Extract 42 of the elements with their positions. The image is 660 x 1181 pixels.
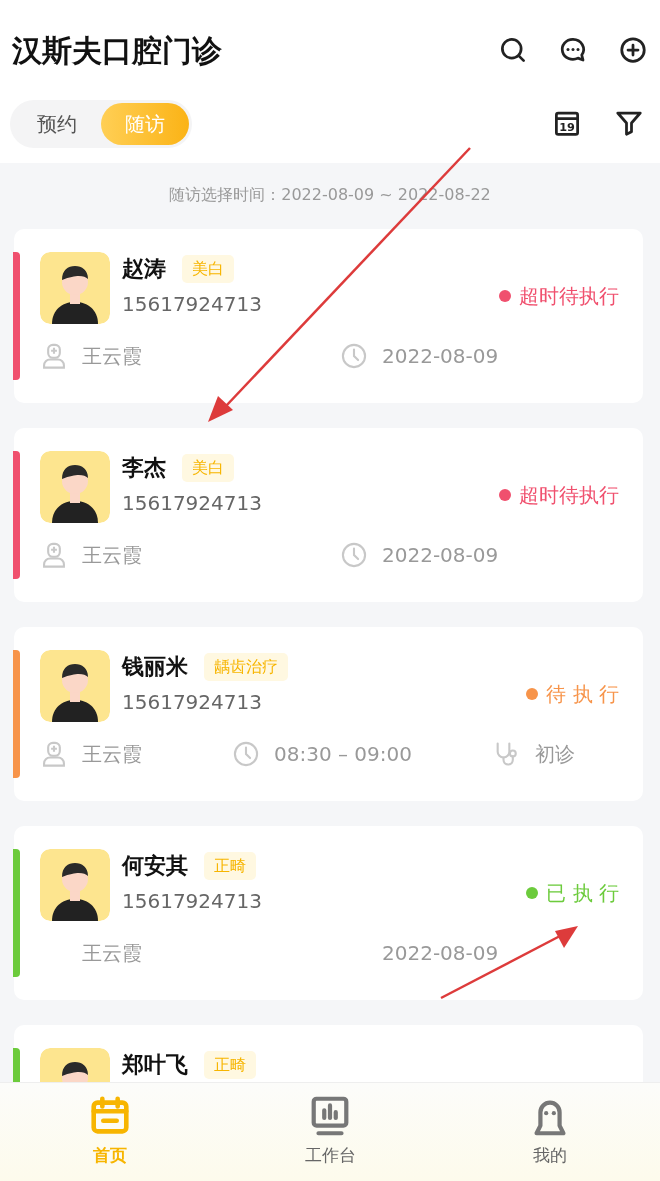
patient-name: 郑叶飞 xyxy=(122,1051,188,1079)
status-text: 待 执 行 xyxy=(546,681,619,708)
treatment-tag: 美白 xyxy=(182,453,234,482)
phone-number: 15617924713 xyxy=(122,689,263,716)
meta-text: 2022-08-09 xyxy=(382,542,499,569)
treatment-tag: 龋齿治疗 xyxy=(204,652,288,681)
add-icon[interactable] xyxy=(618,35,648,65)
treatment-tag: 正畸 xyxy=(204,851,256,880)
patient-card[interactable]: 赵涛 美白 15617924713 超时待执行 王云霞 2022-08-09 xyxy=(14,229,643,403)
phone-number: 15617924713 xyxy=(122,490,263,517)
person-avatar xyxy=(40,252,110,324)
person-avatar xyxy=(40,849,110,921)
status-text: 超时待执行 xyxy=(519,482,619,509)
app-title: 汉斯夫口腔门诊 xyxy=(12,31,223,70)
meta-text: 王云霞 xyxy=(82,741,142,768)
meta-text: 初诊 xyxy=(535,741,575,768)
meta-text: 2022-08-09 xyxy=(382,343,499,370)
search-icon[interactable] xyxy=(498,35,528,65)
status-text: 已 执 行 xyxy=(546,880,619,907)
phone-number: 15617924713 xyxy=(122,291,263,318)
person-avatar xyxy=(40,451,110,523)
meta-text: 王云霞 xyxy=(82,940,142,967)
treatment-tag: 正畸 xyxy=(204,1050,256,1079)
patient-name: 赵涛 xyxy=(122,255,166,283)
patient-card[interactable]: 郑叶飞 正畸 xyxy=(14,1025,643,1082)
patient-card[interactable]: 李杰 美白 15617924713 超时待执行 王云霞 2022-08-09 xyxy=(14,428,643,602)
patient-card[interactable]: 何安其 正畸 15617924713 已 执 行 王云霞 2022-08-09 xyxy=(14,826,643,1000)
patient-card[interactable]: 钱丽米 龋齿治疗 15617924713 待 执 行 王云霞 08:30 – 09:00 初诊 xyxy=(14,627,643,801)
patient-name: 李杰 xyxy=(122,454,166,482)
tab-item[interactable]: 我的 xyxy=(440,1083,660,1181)
meta-text: 08:30 – 09:00 xyxy=(274,741,412,768)
treatment-tag: 美白 xyxy=(182,254,234,283)
person-avatar xyxy=(40,650,110,722)
meta-text: 王云霞 xyxy=(82,542,142,569)
phone-number: 15617924713 xyxy=(122,888,263,915)
patient-name: 何安其 xyxy=(122,852,188,880)
segment-tab[interactable]: 预约 xyxy=(13,103,101,145)
tab-item[interactable]: 工作台 xyxy=(220,1083,440,1181)
status-text: 超时待执行 xyxy=(519,283,619,310)
meta-text: 2022-08-09 xyxy=(382,940,499,967)
meta-text: 王云霞 xyxy=(82,343,142,370)
patient-name: 钱丽米 xyxy=(122,653,188,681)
